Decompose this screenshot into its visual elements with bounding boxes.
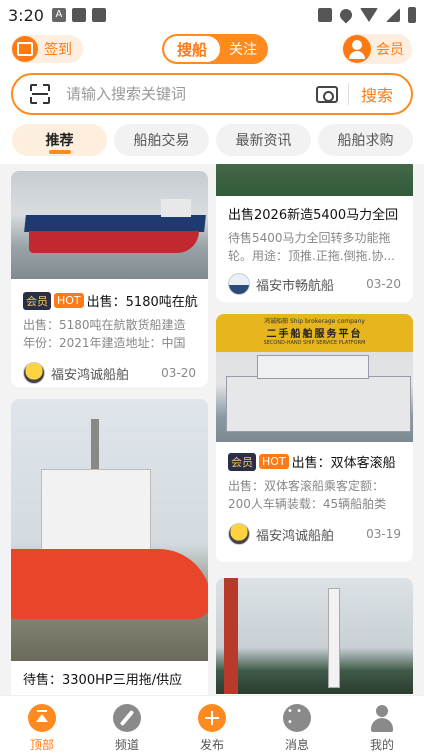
tabbar-label: 顶部 [29,738,54,752]
member-button[interactable]: 会员 [342,34,412,64]
vip-badge: 会员 [228,452,256,471]
card-description: 待售5400马力全回转多功能拖轮。用途：顶推.正拖.倒拖.协... [228,231,395,263]
status-icons [318,6,416,24]
checkin-label: 签到 [44,42,72,58]
listing-card[interactable]: 鸿诚船舶 Ship brokerage company 二手船舶服务平台 SEC… [216,314,413,562]
card-title-row: 会员 HOT 出售：双体客滚船 [216,452,413,471]
card-title-row: 会员 HOT 出售：5180吨在航 [11,291,208,310]
hot-badge: HOT [259,454,289,469]
notification-icon-2 [91,8,106,22]
user-icon [343,35,371,63]
tabbar-me[interactable]: 我的 [347,696,417,755]
mode-switch: 搜船 关注 [162,34,268,64]
search-divider [348,83,349,105]
camera-icon[interactable] [316,85,338,103]
feed: 会员 HOT 出售：5180吨在航 出售：5180吨在航散货船建造年份：2021… [0,164,424,695]
author-name: 福安鸿诚船舶 [256,528,335,544]
card-title: 出售：5180吨在航 [86,295,198,310]
tabbar-publish[interactable]: 发布 [177,696,247,755]
search-input[interactable] [66,85,306,103]
signal-icon [386,8,400,22]
listing-card[interactable] [216,578,413,695]
scan-icon[interactable] [30,84,50,104]
tabbar-channels[interactable]: 频道 [92,696,162,755]
banner-subtitle: SECOND-HAND SHIP SERVICE PLATFORM [263,340,366,346]
tabbar-top[interactable]: 顶部 [7,696,77,755]
card-footer: 福安鸿诚船舶 03-20 [11,362,208,384]
ship-photo [216,164,413,196]
banner-title: 二手船舶服务平台 [266,329,363,340]
author-name: 福安市畅航船 [256,278,335,294]
member-label: 会员 [376,42,404,58]
tabbar-label: 频道 [114,738,139,752]
tabbar-label: 我的 [369,738,394,752]
calendar-icon [12,36,38,62]
plus-icon [198,704,226,732]
card-title: 出售：双体客滚船 [291,456,396,471]
category-tabs: 推荐 船舶交易 最新资讯 船舶求购 [0,120,424,164]
tabbar-messages[interactable]: 消息 [262,696,332,755]
tab-recommended[interactable]: 推荐 [12,124,107,156]
tab-ship-wanted[interactable]: 船舶求购 [318,124,413,156]
status-bar: 3:20 A [0,0,424,30]
tabbar-label: 消息 [284,738,309,752]
card-title: 出售2026新造5400马力全回 [228,208,399,223]
service-banner: 鸿诚船舶 Ship brokerage company 二手船舶服务平台 SEC… [216,314,413,352]
compass-icon [113,704,141,732]
location-icon [337,6,355,24]
status-time: 3:20 [8,5,44,25]
app-a-icon: A [51,8,66,22]
notification-icon [71,8,86,22]
search-button[interactable]: 搜索 [361,82,393,106]
tabbar-label: 发布 [199,738,224,752]
hot-badge: HOT [54,293,84,308]
card-title-row: 出售2026新造5400马力全回 [216,204,413,223]
card-title-row: 待售：3300HP三用拖/供应 [11,669,208,688]
user-icon [368,704,396,732]
avatar [228,273,250,295]
mode-search-ships[interactable]: 搜船 [164,36,220,62]
post-date: 03-19 [366,527,401,541]
card-description: 出售：双体客滚船乘客定额：200人车辆装载：45辆船舶类型... [228,479,387,511]
ship-photo [11,399,208,661]
post-date: 03-20 [366,277,401,291]
avatar [23,362,45,384]
top-bar: 签到 搜船 关注 会员 [0,30,424,70]
banner-company: 鸿诚船舶 Ship brokerage company [264,318,365,325]
listing-card[interactable]: 待售：3300HP三用拖/供应 [11,399,208,695]
listing-card[interactable]: 出售2026新造5400马力全回 待售5400马力全回转多功能拖轮。用途：顶推.… [216,164,413,302]
search-bar: 搜索 [11,73,413,115]
avatar [228,523,250,545]
top-arrow-icon [28,704,56,732]
post-date: 03-20 [161,366,196,380]
card-footer: 福安市畅航船 03-20 [216,273,413,295]
card-title: 待售：3300HP三用拖/供应 [23,673,183,688]
tab-ship-trading[interactable]: 船舶交易 [114,124,209,156]
card-footer: 福安鸿诚船舶 03-19 [216,523,413,545]
author-name: 福安鸿诚船舶 [51,367,130,383]
card-description: 出售：5180吨在航散货船建造年份：2021年建造地址：中国 ... [23,318,186,350]
mode-follow[interactable]: 关注 [220,36,266,62]
ship-photo [216,578,413,694]
checkin-button[interactable]: 签到 [11,35,83,63]
battery-icon [408,7,416,23]
bottom-tab-bar: 顶部 频道 发布 消息 我的 [0,695,424,755]
briefcase-icon [318,8,332,22]
listing-card[interactable]: 会员 HOT 出售：5180吨在航 出售：5180吨在航散货船建造年份：2021… [11,171,208,387]
tab-latest-news[interactable]: 最新资讯 [216,124,311,156]
ship-photo: 鸿诚船舶 Ship brokerage company 二手船舶服务平台 SEC… [216,314,413,442]
ship-photo [11,171,208,279]
vip-badge: 会员 [23,291,51,310]
message-icon [283,704,311,732]
search-area: 搜索 [0,70,424,120]
wifi-icon [360,8,378,22]
